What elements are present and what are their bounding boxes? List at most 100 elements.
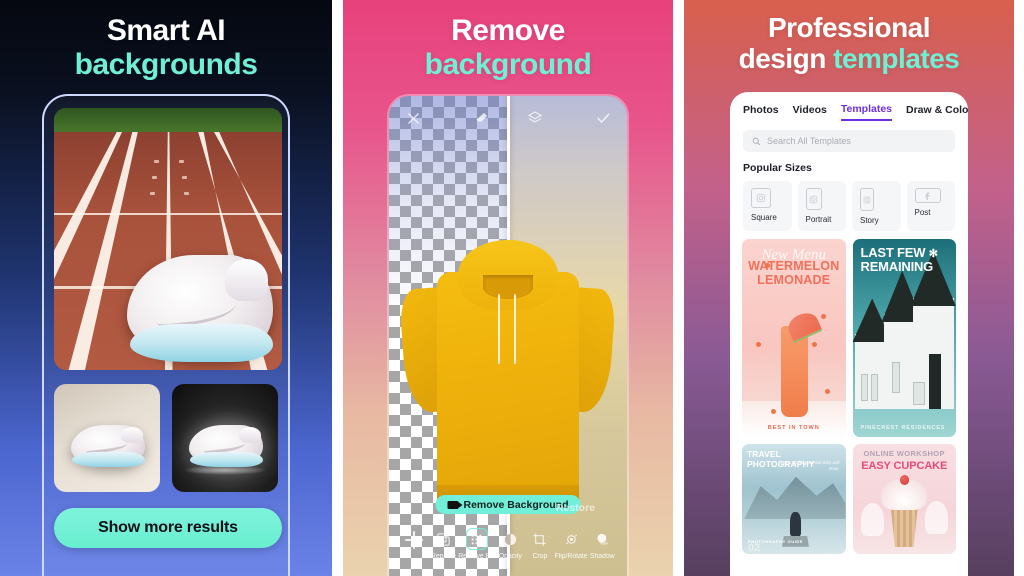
panel2-headline: Remove background	[343, 14, 673, 81]
template-card-easy-cupcake[interactable]: ONLINE WORKSHOP EASY CUPCAKE	[852, 444, 956, 554]
panel-smart-ai-backgrounds: Smart AI backgrounds Show more results	[0, 0, 332, 576]
editor-toolbar: Replace Remove BG Opacity Crop Flip/Rota…	[389, 524, 627, 576]
tool-label: Crop	[532, 553, 548, 560]
panel3-headline: Professional design templates	[684, 12, 1014, 75]
template-card-pinecrest-residences[interactable]: LAST FEW ✻ REMAINING PINECREST RESIDENCE…	[852, 239, 956, 437]
panel-divider	[332, 0, 343, 576]
remove-bg-icon	[465, 528, 488, 550]
tool-label: Opacity	[498, 553, 522, 560]
phone-mockup-1: Show more results	[42, 94, 290, 576]
camera-icon	[447, 500, 463, 509]
hero-result-image[interactable]	[54, 108, 282, 370]
panel3-headline-line2-b: templates	[833, 43, 960, 75]
tool-opacity[interactable]: Opacity	[495, 528, 525, 560]
phone-mockup-3: Photos Videos Templates Draw & Color Sea…	[730, 92, 968, 576]
editor-topbar	[389, 104, 627, 132]
close-icon[interactable]	[403, 108, 423, 128]
template-subtitle: Learn all the essential skills and more.	[780, 460, 840, 471]
panel3-headline-line2-a: design	[738, 43, 834, 75]
tool-label: Replace	[430, 553, 456, 560]
lane-dash	[179, 160, 185, 164]
show-more-results-button[interactable]: Show more results	[54, 508, 282, 548]
window-shape	[891, 361, 901, 394]
panel3-headline-line1: Professional	[767, 12, 931, 43]
template-footer: BEST IN TOWN	[767, 425, 820, 431]
confirm-check-icon[interactable]	[593, 108, 613, 128]
facebook-icon	[914, 188, 941, 203]
instagram-icon	[805, 188, 822, 210]
template-title-line2: EASY CUPCAKE	[861, 460, 948, 472]
lane-dash	[149, 191, 155, 195]
size-label: Portrait	[805, 215, 832, 224]
hoodie-drawstring	[497, 293, 500, 364]
crop-icon	[529, 528, 551, 550]
confetti-dot	[812, 341, 818, 347]
lane-dash	[181, 176, 187, 180]
panel2-headline-line2: background	[424, 47, 592, 81]
tool-label: Remove BG	[458, 553, 496, 560]
template-title-line2: LEMONADE	[757, 273, 831, 287]
asterisk-icon: ✻	[928, 248, 938, 260]
opacity-icon	[499, 528, 521, 550]
tab-photos[interactable]: Photos	[743, 104, 779, 120]
add-tool[interactable]	[399, 528, 429, 549]
eraser-icon[interactable]	[471, 108, 491, 128]
tool-remove-bg[interactable]: Remove BG	[458, 528, 496, 560]
tool-label: Shadow	[589, 553, 615, 560]
tool-replace[interactable]: Replace	[429, 528, 459, 560]
tool-label: Flip/Rotate	[554, 553, 588, 560]
result-thumbnail-row	[54, 384, 278, 492]
size-option-post[interactable]: Post	[906, 181, 955, 231]
tab-videos[interactable]: Videos	[793, 104, 827, 120]
sneaker-sole	[190, 452, 264, 467]
hoodie-neckline	[482, 274, 534, 300]
sneaker-sole	[129, 323, 273, 362]
lane-dash	[152, 176, 158, 180]
popular-sizes-row: Square Portrait Story Post	[743, 181, 955, 231]
template-card-watermelon-lemonade[interactable]: New Menu WATERMELON LEMONADE BEST IN TOW…	[742, 239, 846, 437]
remove-background-label: Remove Background	[463, 498, 569, 511]
panel-remove-background: Remove background Remove Background Rest…	[343, 0, 673, 576]
hoodie-drawstring	[514, 293, 517, 364]
door-shape	[929, 353, 942, 410]
phone-mockup-2: Remove Background Restore Replace Remove…	[389, 96, 627, 576]
result-thumbnail-dark[interactable]	[172, 384, 278, 492]
background-cupcake	[860, 503, 884, 537]
popular-sizes-title: Popular Sizes	[743, 162, 812, 174]
template-title-line1: LAST FEW	[860, 245, 926, 260]
size-option-square[interactable]: Square	[743, 181, 792, 231]
panel-divider	[673, 0, 684, 576]
cross-line	[54, 212, 282, 215]
tab-templates[interactable]: Templates	[840, 103, 893, 121]
sneaker-subject	[126, 254, 273, 362]
tool-flip-rotate[interactable]: Flip/Rotate	[555, 528, 588, 560]
tab-draw-and-color[interactable]: Draw & Color	[906, 104, 968, 120]
template-footer: PINECREST RESIDENCES	[860, 425, 946, 431]
template-title-line1: ONLINE WORKSHOP	[863, 449, 945, 458]
background-cupcake	[924, 501, 948, 535]
app-store-screenshot-set: Smart AI backgrounds Show more results R…	[0, 0, 1024, 576]
plus-icon	[404, 531, 423, 549]
replace-icon	[432, 528, 454, 550]
size-option-story[interactable]: Story	[852, 181, 901, 231]
tool-shadow[interactable]: Shadow	[587, 528, 617, 560]
layers-icon[interactable]	[525, 108, 545, 128]
search-placeholder: Search All Templates	[767, 136, 851, 146]
panel2-headline-line1: Remove	[451, 14, 565, 47]
window-shape	[912, 381, 925, 406]
size-label: Story	[860, 216, 879, 225]
search-icon	[752, 137, 761, 145]
hoodie-subject	[399, 240, 617, 509]
panel1-headline: Smart AI backgrounds	[0, 14, 332, 81]
template-title-line2: REMAINING	[860, 259, 934, 275]
template-card-travel-photography[interactable]: TRAVEL PHOTOGRAPHY Learn all the essenti…	[742, 444, 846, 554]
size-option-portrait[interactable]: Portrait	[797, 181, 846, 231]
search-input[interactable]: Search All Templates	[743, 130, 955, 152]
result-thumbnail-light[interactable]	[54, 384, 160, 492]
panel3-headline-line2: design templates	[684, 43, 1014, 74]
tool-crop[interactable]: Crop	[525, 528, 555, 560]
size-label: Square	[751, 213, 777, 222]
panel1-headline-line2: backgrounds	[74, 47, 258, 81]
panel-design-templates: Professional design templates Photos Vid…	[684, 0, 1014, 576]
restore-button[interactable]: Restore	[556, 502, 595, 514]
